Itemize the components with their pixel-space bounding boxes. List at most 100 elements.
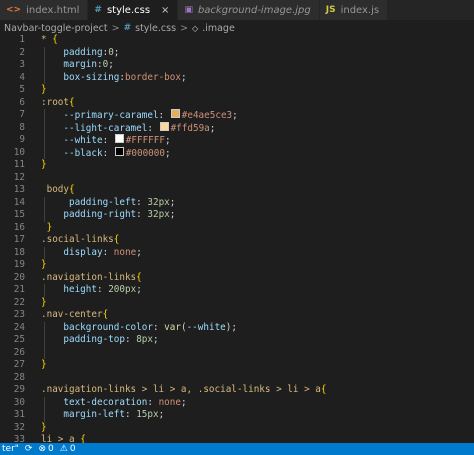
code-line[interactable]: 13 body{ — [0, 184, 474, 197]
code-line[interactable]: 31 margin-left: 15px; — [0, 409, 474, 422]
code-line[interactable]: 17 .social-links{ — [0, 234, 474, 247]
code-line[interactable]: 20 .navigation-links{ — [0, 272, 474, 285]
code-text: background-color: var(--white); — [63, 321, 237, 333]
code-line[interactable]: 18 display: none; — [0, 247, 474, 260]
breadcrumb-symbol[interactable]: .image — [202, 23, 235, 34]
code-line[interactable]: 9 --white: #FFFFFF; — [0, 134, 474, 147]
color-swatch[interactable] — [114, 134, 124, 143]
code-line[interactable]: 22} — [0, 297, 474, 310]
code-text: height: 200px; — [63, 284, 142, 295]
code-line[interactable]: 32} — [0, 422, 474, 435]
code-line[interactable]: 30 text-decoration: none; — [0, 397, 474, 410]
code-text: :root{ — [41, 96, 75, 108]
js-file-icon: JS — [325, 5, 336, 15]
code-text: --primary-caramel: #e4ae5ce3; — [63, 109, 238, 121]
status-warnings[interactable]: ⚠ 0 — [60, 444, 76, 454]
code-line[interactable]: 10 --black: #000000; — [0, 146, 474, 160]
code-line[interactable]: 27} — [0, 359, 474, 372]
line-number: 17 — [13, 234, 25, 245]
code-text: } — [41, 421, 47, 433]
code-line[interactable]: 5} — [0, 84, 474, 97]
code-line[interactable]: 14 padding-left: 32px; — [0, 197, 474, 210]
code-text: .navigation-links > li > a, .social-link… — [41, 384, 327, 395]
code-text: padding-left: 32px; — [69, 196, 176, 208]
code-line[interactable]: 4 box-sizing:border-box; — [0, 72, 474, 85]
line-number: 20 — [13, 271, 25, 283]
code-text: } — [41, 359, 47, 370]
code-line[interactable]: 7 --primary-caramel: #e4ae5ce3; — [0, 109, 474, 122]
line-number: 15 — [13, 209, 25, 220]
code-line[interactable]: 3 margin:0; — [0, 59, 474, 72]
color-swatch[interactable] — [159, 121, 169, 131]
code-line[interactable]: 12 — [0, 172, 474, 185]
code-text: .nav-center{ — [41, 309, 109, 320]
line-number: 13 — [13, 184, 25, 195]
code-text: text-decoration: none; — [63, 396, 187, 408]
line-number: 21 — [13, 284, 25, 295]
color-swatch[interactable] — [170, 109, 180, 118]
code-line[interactable]: 21 height: 200px; — [0, 284, 474, 297]
code-text: margin-left: 15px; — [63, 409, 165, 420]
line-number: 11 — [13, 159, 25, 170]
code-text: padding-right: 32px; — [63, 209, 176, 220]
status-bar: ter" ⟳ ⊗ 0 ⚠ 0 — [0, 443, 474, 455]
code-line[interactable]: 16 } — [0, 222, 474, 235]
line-number: 5 — [19, 84, 25, 95]
code-text: margin:0; — [63, 59, 114, 70]
line-number: 3 — [19, 59, 25, 70]
code-line[interactable]: 33 li > a { — [0, 434, 474, 443]
line-number: 1 — [19, 34, 25, 45]
sync-icon: ⟳ — [24, 444, 33, 454]
code-line[interactable]: 29 .navigation-links > li > a, .social-li… — [0, 384, 474, 397]
line-number: 6 — [19, 96, 25, 108]
code-line[interactable]: 23 .nav-center{ — [0, 309, 474, 322]
tab-label: style.css — [106, 4, 151, 16]
code-line[interactable]: 28 — [0, 372, 474, 385]
html-file-icon: <> — [6, 5, 22, 15]
code-text: } — [41, 159, 47, 170]
close-icon[interactable]: × — [161, 5, 169, 16]
line-number: 27 — [13, 359, 25, 370]
line-number: 16 — [13, 221, 25, 233]
line-number: 33 — [13, 434, 25, 443]
code-text: .navigation-links{ — [41, 271, 142, 283]
line-number: 9 — [19, 134, 25, 145]
line-number: 4 — [19, 71, 25, 83]
code-editor[interactable]: 1 * {2 padding:0; 3 margin:0; 4 box-sizing:… — [0, 34, 474, 443]
tab-index-js[interactable]: JS index.js — [319, 0, 389, 20]
code-line[interactable]: 15 padding-right: 32px; — [0, 209, 474, 222]
code-line[interactable]: 1 * { — [0, 34, 474, 47]
error-count: 0 — [48, 444, 54, 454]
code-line[interactable]: 25 padding-top: 8px; — [0, 334, 474, 347]
status-remote[interactable]: ⟳ — [25, 444, 33, 454]
code-line[interactable]: 6 :root{ — [0, 97, 474, 110]
tab-background-image[interactable]: ▣ background-image.jpg — [178, 0, 320, 20]
code-text: box-sizing:border-box; — [63, 71, 187, 83]
tab-label: index.js — [340, 4, 380, 16]
code-line[interactable]: 8 --light-caramel: #ffd59a; — [0, 121, 474, 135]
code-text: .social-links{ — [41, 234, 120, 245]
indent-guide — [44, 321, 45, 359]
breadcrumb-folder[interactable]: Navbar-toggle-project — [4, 23, 108, 34]
color-swatch[interactable] — [114, 146, 124, 156]
code-line[interactable]: 11} — [0, 159, 474, 172]
code-line[interactable]: 26 — [0, 347, 474, 360]
code-text: } — [46, 221, 53, 233]
tab-style-css[interactable]: # style.css × — [88, 0, 179, 20]
line-number: 31 — [13, 409, 25, 420]
line-number: 22 — [13, 296, 25, 308]
breadcrumb-file[interactable]: style.css — [135, 23, 176, 34]
tab-index-html[interactable]: <> index.html — [0, 0, 89, 20]
css-file-icon: # — [123, 23, 132, 33]
indent-guide — [44, 246, 45, 259]
code-line[interactable]: 2 padding:0; — [0, 47, 474, 60]
status-left-text[interactable]: ter" — [2, 444, 19, 454]
code-line[interactable]: 24 background-color: var(--white); — [0, 322, 474, 335]
code-text: padding-top: 8px; — [63, 334, 159, 345]
css-file-icon: # — [94, 5, 102, 15]
status-errors[interactable]: ⊗ 0 — [38, 444, 53, 454]
code-line[interactable]: 19} — [0, 259, 474, 272]
indent-guide — [44, 196, 45, 222]
error-icon: ⊗ — [38, 444, 46, 454]
code-text: } — [41, 296, 47, 308]
